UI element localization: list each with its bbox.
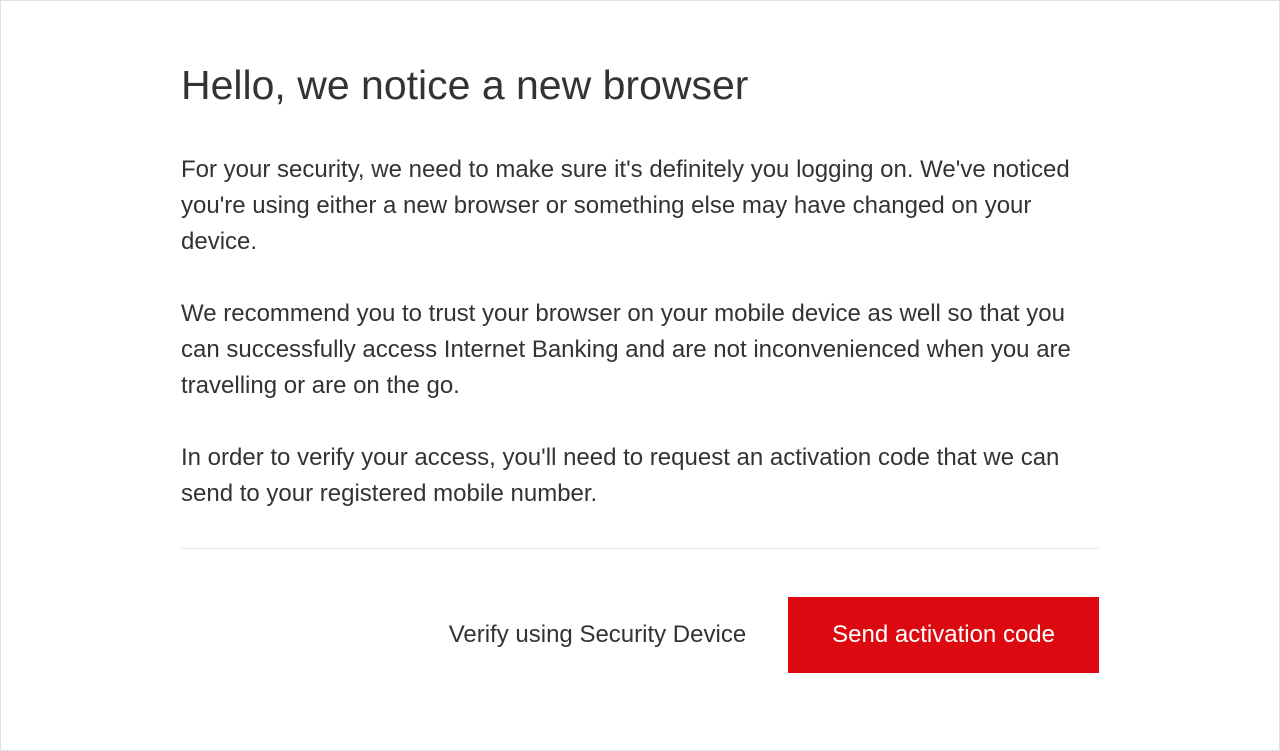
verification-dialog: Hello, we notice a new browser For your … xyxy=(0,0,1280,751)
page-title: Hello, we notice a new browser xyxy=(181,61,1099,110)
divider xyxy=(181,548,1099,549)
action-row: Verify using Security Device Send activa… xyxy=(181,597,1099,673)
verify-security-device-button[interactable]: Verify using Security Device xyxy=(449,621,746,649)
security-message-2: We recommend you to trust your browser o… xyxy=(181,296,1099,404)
send-activation-code-button[interactable]: Send activation code xyxy=(788,597,1099,673)
security-message-3: In order to verify your access, you'll n… xyxy=(181,440,1099,512)
security-message-1: For your security, we need to make sure … xyxy=(181,152,1099,260)
